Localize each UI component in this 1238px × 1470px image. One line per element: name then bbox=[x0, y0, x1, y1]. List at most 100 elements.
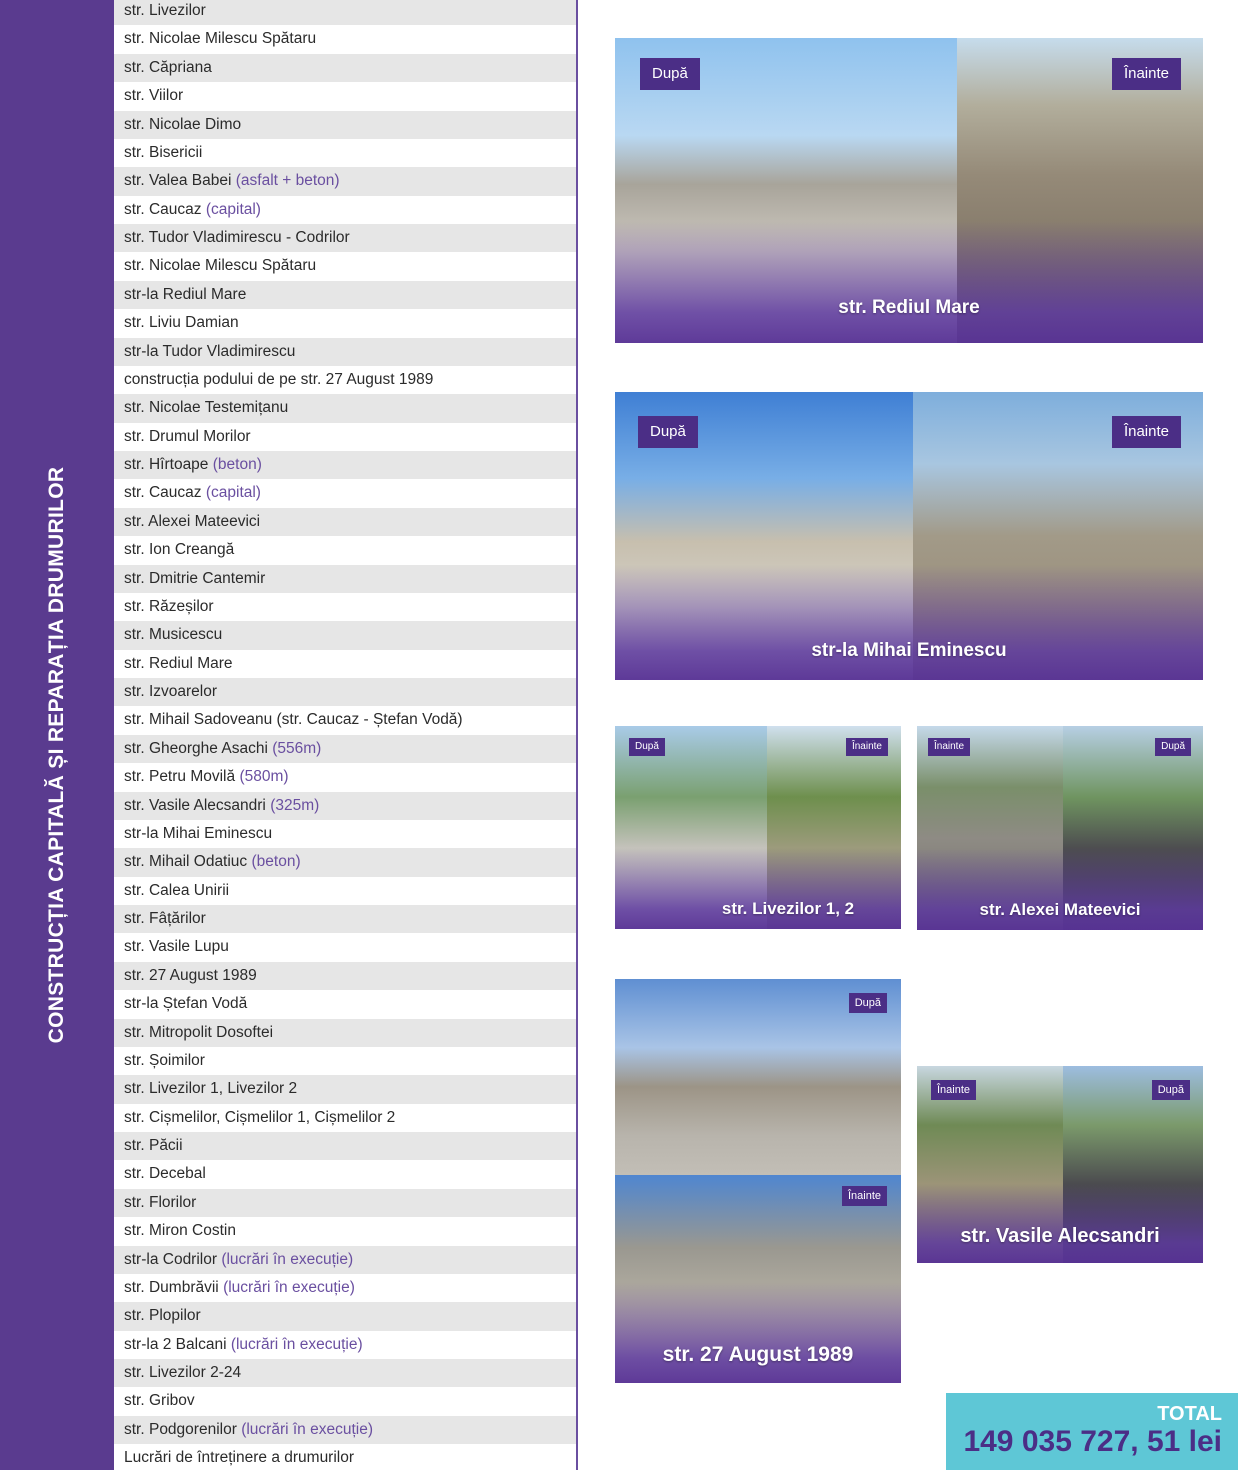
street-row: str. Vasile Lupu bbox=[114, 933, 576, 962]
street-name: str. 27 August 1989 bbox=[124, 966, 257, 984]
street-name: str. Vasile Lupu bbox=[124, 938, 229, 956]
street-row: str. Podgorenilor (lucrări în execuție) bbox=[114, 1415, 576, 1445]
photo-caption: str-la Mihai Eminescu bbox=[811, 640, 1007, 661]
street-name: str. Decebal bbox=[124, 1165, 206, 1183]
street-name: str. Livezilor 1, Livezilor 2 bbox=[124, 1080, 298, 1098]
street-name: Lucrări de întreținere a drumurilor bbox=[124, 1449, 355, 1467]
street-name: str. Tudor Vladimirescu - Codrilor bbox=[124, 229, 350, 246]
street-name: str. Dmitrie Cantemir bbox=[124, 569, 266, 587]
street-row: Lucrări de întreținere a drumurilor bbox=[114, 1444, 576, 1470]
street-note: (556m) bbox=[272, 739, 322, 757]
street-row: str. Gheorghe Asachi (556m) bbox=[114, 734, 576, 764]
street-name: str. Nicolae Milescu Spătaru bbox=[124, 30, 317, 48]
side-band: CONSTRUCȚIA CAPITALĂ ȘI REPARAȚIA DRUMUR… bbox=[0, 0, 114, 1470]
street-row: str. Fâțărilor bbox=[114, 905, 576, 934]
street-name: str-la Rediul Mare bbox=[124, 285, 247, 303]
photo-card-mihai-eminescu: După Înainte str-la Mihai Eminescu bbox=[615, 392, 1203, 680]
photo-card-vasile-alecsandri: Înainte După str. Vasile Alecsandri bbox=[917, 1066, 1203, 1263]
street-row: str. Decebal bbox=[114, 1160, 576, 1189]
street-row: str. Mihail Sadoveanu (str. Caucaz - Ște… bbox=[114, 706, 576, 735]
total-box: TOTAL 149 035 727, 51 lei bbox=[946, 1393, 1238, 1470]
street-name: str. Livezilor 2-24 bbox=[124, 1364, 242, 1381]
street-name: str. Podgorenilor bbox=[124, 1420, 237, 1438]
street-row: str. Plopilor bbox=[114, 1302, 576, 1331]
street-name: str. Viilor bbox=[124, 87, 184, 105]
street-row: str. Păcii bbox=[114, 1132, 576, 1161]
street-row: str. Izvoarelor bbox=[114, 678, 576, 707]
street-note: (capital) bbox=[205, 484, 261, 502]
street-note: (beton) bbox=[212, 456, 262, 473]
street-note: (asfalt + beton) bbox=[235, 172, 340, 190]
tag-before: Înainte bbox=[841, 1186, 887, 1206]
street-name: str. Drumul Morilor bbox=[124, 427, 251, 445]
street-name: str. Florilor bbox=[124, 1193, 197, 1211]
street-row: str. Caucaz (capital) bbox=[114, 479, 576, 508]
street-note: (lucrări în execuție) bbox=[230, 1335, 363, 1353]
street-row: str-la Ștefan Vodă bbox=[114, 990, 576, 1019]
street-row: str. Livezilor 1, Livezilor 2 bbox=[114, 1075, 576, 1104]
caption-overlay bbox=[615, 221, 1203, 343]
street-name: str. Alexei Mateevici bbox=[124, 512, 261, 530]
street-note: (beton) bbox=[251, 853, 301, 871]
street-row: str-la Mihai Eminescu bbox=[114, 819, 576, 849]
street-row: str-la 2 Balcani (lucrări în execuție) bbox=[114, 1330, 576, 1359]
street-row: str. Liviu Damian bbox=[114, 309, 576, 338]
photo-caption: str. Alexei Mateevici bbox=[979, 900, 1141, 919]
street-row: str. Nicolae Milescu Spătaru bbox=[114, 252, 576, 281]
photo-caption: str. Vasile Alecsandri bbox=[960, 1225, 1160, 1247]
street-name: str. Izvoarelor bbox=[124, 683, 218, 700]
street-row: str. 27 August 1989 bbox=[114, 961, 576, 991]
street-name: str. Hîrtoape bbox=[124, 456, 209, 473]
street-row: str. Nicolae Testemițanu bbox=[114, 394, 576, 423]
caption-overlay bbox=[615, 1282, 901, 1383]
street-row: str-la Codrilor (lucrări în execuție) bbox=[114, 1245, 576, 1274]
street-row: str. Petru Movilă (580m) bbox=[114, 763, 576, 792]
street-name: str. Ion Creangă bbox=[124, 541, 235, 559]
street-row: str. Hîrtoape (beton) bbox=[114, 451, 576, 480]
street-name: str. Valea Babei bbox=[124, 172, 232, 190]
street-row: str-la Tudor Vladimirescu bbox=[114, 337, 576, 366]
photo-caption: str. Livezilor 1, 2 bbox=[721, 899, 855, 918]
tag-after: După bbox=[1151, 1080, 1190, 1100]
street-name: str. Petru Movilă bbox=[124, 768, 236, 786]
street-row: str-la Rediul Mare bbox=[114, 280, 576, 310]
street-name: str. Gheorghe Asachi bbox=[124, 739, 268, 757]
street-row: str. Drumul Morilor bbox=[114, 422, 576, 451]
street-row: str. Nicolae Dimo bbox=[114, 110, 576, 139]
street-row: str. Tudor Vladimirescu - Codrilor bbox=[114, 224, 576, 253]
street-row: str. Vasile Alecsandri (325m) bbox=[114, 791, 576, 820]
street-name: str. Nicolae Testemițanu bbox=[124, 399, 289, 417]
photo-caption: str. 27 August 1989 bbox=[662, 1343, 854, 1366]
street-row: str. Gribov bbox=[114, 1387, 576, 1416]
street-name: str. Păcii bbox=[124, 1137, 183, 1154]
street-row: str. Caucaz (capital) bbox=[114, 195, 576, 224]
street-name: str-la Mihai Eminescu bbox=[124, 824, 273, 842]
tag-before: Înainte bbox=[928, 738, 971, 756]
street-name: str. Mihail Odatiuc bbox=[124, 853, 248, 871]
street-row: str. Miron Costin bbox=[114, 1217, 576, 1246]
street-name: str. Liviu Damian bbox=[124, 314, 239, 332]
street-row: str. Bisericii bbox=[114, 138, 576, 168]
street-name: str-la Ștefan Vodă bbox=[124, 995, 248, 1013]
tag-after: După bbox=[848, 993, 887, 1013]
total-label: TOTAL bbox=[1157, 1403, 1222, 1425]
street-row: str. Viilor bbox=[114, 82, 576, 111]
street-row: str. Florilor bbox=[114, 1188, 576, 1218]
tag-before: Înainte bbox=[1111, 416, 1181, 448]
photo-card-alexei-mateevici: Înainte După str. Alexei Mateevici bbox=[917, 726, 1203, 930]
street-name: str. Miron Costin bbox=[124, 1222, 236, 1240]
photo-card-rediul-mare: După Înainte str. Rediul Mare bbox=[615, 38, 1203, 343]
street-name: str. Caucaz bbox=[124, 200, 202, 218]
street-row: str. Șoimilor bbox=[114, 1046, 576, 1076]
street-note: (lucrări în execuție) bbox=[221, 1250, 354, 1268]
tag-after: După bbox=[1155, 738, 1191, 756]
street-row: str. Răzeșilor bbox=[114, 592, 576, 622]
street-name: str. Nicolae Dimo bbox=[124, 115, 242, 133]
street-row: str. Căpriana bbox=[114, 53, 576, 83]
street-note: (325m) bbox=[270, 796, 320, 814]
tag-before: Înainte bbox=[845, 738, 888, 756]
street-row: str. Rediul Mare bbox=[114, 649, 576, 678]
street-name: str. Musicescu bbox=[124, 626, 223, 644]
street-row: str. Alexei Mateevici bbox=[114, 507, 576, 537]
photo-card-27-august-1989: După Înainte str. 27 August 1989 bbox=[615, 979, 901, 1383]
